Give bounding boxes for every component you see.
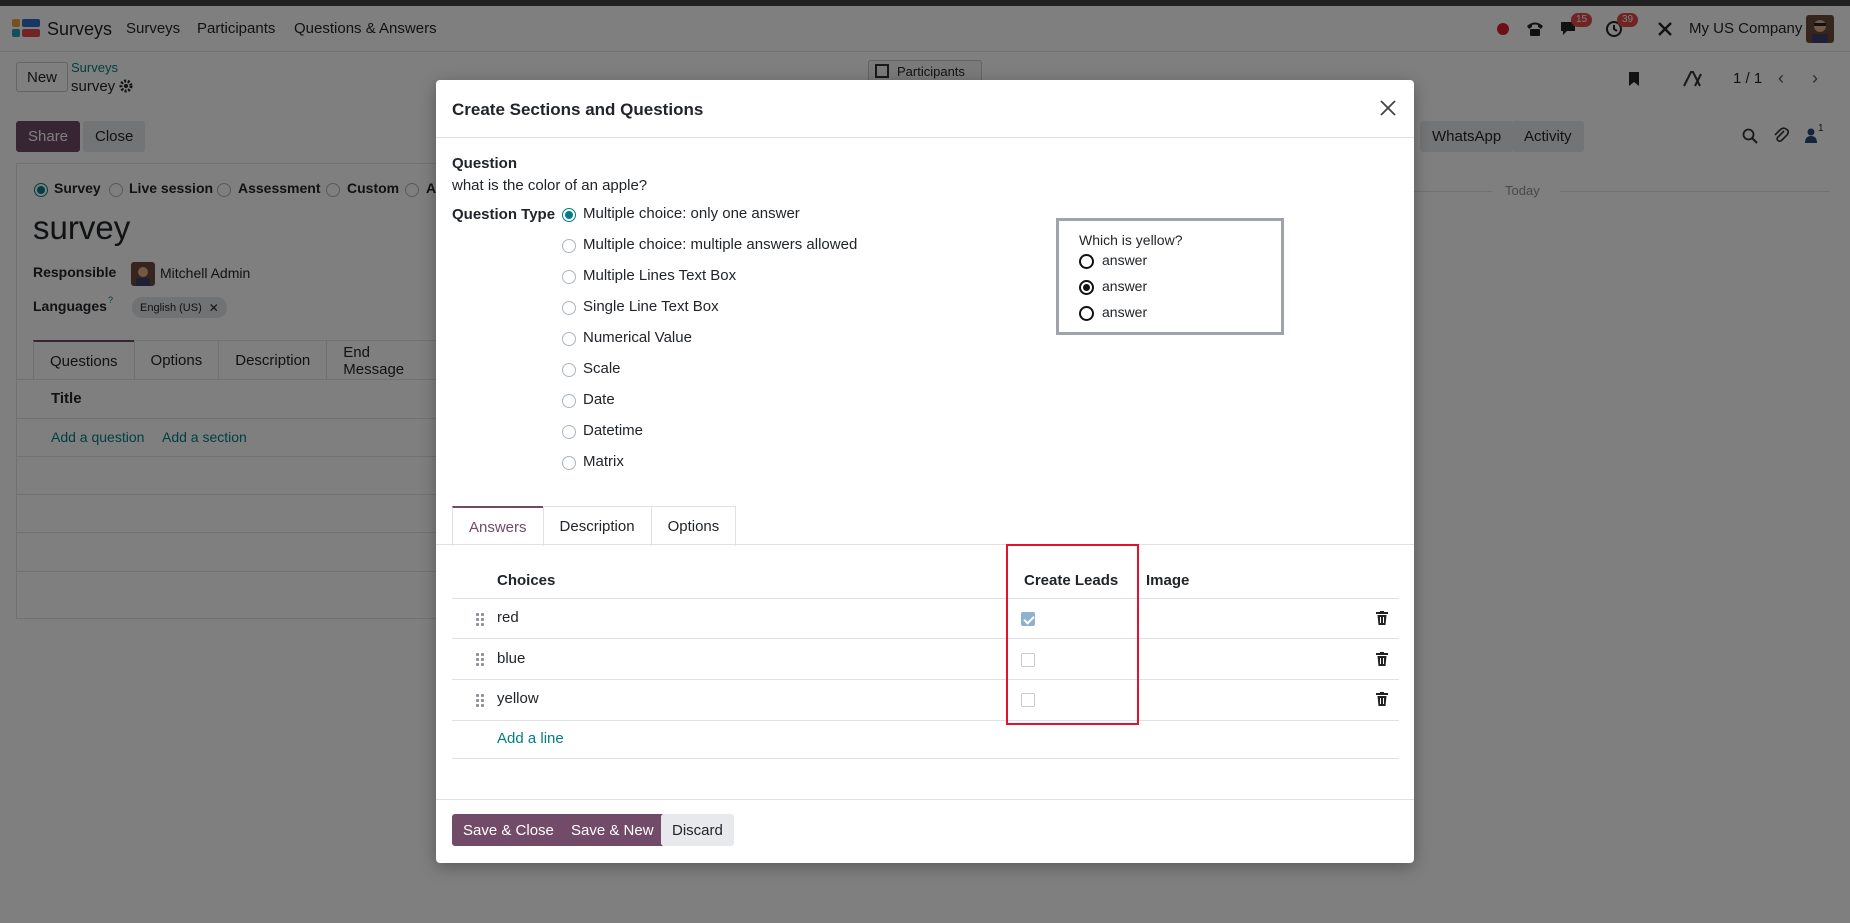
create-question-dialog: Create Sections and Questions Question w… [436,80,1414,863]
save-new-button[interactable]: Save & New [560,814,665,846]
question-label: Question [452,155,518,172]
type-date-label: Date [583,391,615,408]
table-row[interactable]: blue [452,639,1399,680]
type-numerical-radio[interactable] [562,332,576,346]
highlight-box [1006,544,1139,725]
question-input[interactable]: what is the color of an apple? [452,177,647,194]
type-single-line-radio[interactable] [562,301,576,315]
column-choices[interactable]: Choices [497,572,555,589]
question-preview: Which is yellow? answer answer answer [1056,218,1284,335]
preview-radio [1079,254,1094,269]
add-line-link[interactable]: Add a line [497,730,564,747]
type-datetime-radio[interactable] [562,425,576,439]
close-icon[interactable] [1376,96,1400,120]
modal-tabs: Answers Description Options [452,506,737,546]
column-image[interactable]: Image [1146,572,1189,589]
save-close-button[interactable]: Save & Close [452,814,565,846]
table-row[interactable]: red [452,599,1399,639]
preview-question: Which is yellow? [1079,232,1183,248]
type-matrix-label: Matrix [583,453,624,470]
choice-value[interactable]: yellow [497,690,539,707]
preview-option: answer [1102,304,1148,320]
trash-icon[interactable] [1376,692,1388,706]
type-numerical-label: Numerical Value [583,329,692,346]
type-matrix-radio[interactable] [562,456,576,470]
type-single-line-label: Single Line Text Box [583,298,719,315]
add-line-row: Add a line [452,721,1399,759]
drag-handle-icon[interactable] [476,653,486,667]
drag-handle-icon[interactable] [476,613,486,627]
choice-value[interactable]: blue [497,650,525,667]
footer-divider [436,799,1414,800]
type-multiple-choice-label: Multiple choice: multiple answers allowe… [583,236,858,253]
preview-option: answer [1102,278,1148,294]
tab-description[interactable]: Description [542,506,652,546]
preview-option: answer [1102,252,1148,268]
tab-answers[interactable]: Answers [452,506,544,546]
answers-table-header: Choices Create Leads Image [452,563,1399,599]
type-multiline-label: Multiple Lines Text Box [583,267,737,284]
tab-options[interactable]: Options [650,506,737,546]
type-scale-radio[interactable] [562,363,576,377]
choice-value[interactable]: red [497,609,519,626]
trash-icon[interactable] [1376,611,1388,625]
preview-radio-selected [1079,280,1094,295]
discard-button[interactable]: Discard [661,814,734,846]
type-single-choice-radio[interactable] [562,208,576,222]
type-date-radio[interactable] [562,394,576,408]
modal-header: Create Sections and Questions [436,80,1414,138]
drag-handle-icon[interactable] [476,694,486,708]
question-type-label: Question Type [452,206,556,223]
modal-title: Create Sections and Questions [452,100,704,119]
preview-radio [1079,306,1094,321]
table-row[interactable]: yellow [452,680,1399,721]
trash-icon[interactable] [1376,652,1388,666]
tabs-divider [436,544,1414,545]
type-scale-label: Scale [583,360,621,377]
type-datetime-label: Datetime [583,422,644,439]
type-multiple-choice-radio[interactable] [562,239,576,253]
type-single-choice-label: Multiple choice: only one answer [583,205,800,222]
type-multiline-radio[interactable] [562,270,576,284]
